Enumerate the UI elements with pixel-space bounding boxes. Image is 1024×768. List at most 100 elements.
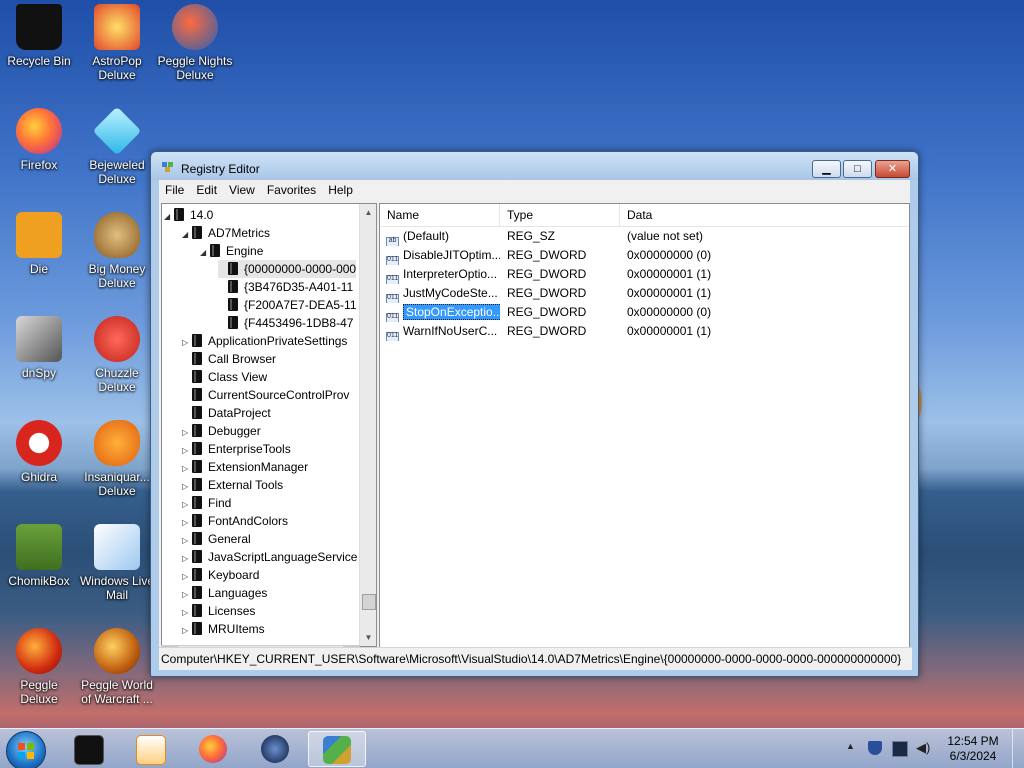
desktop-shortcut[interactable]: Peggle World of Warcraft ...: [78, 628, 156, 706]
tree-node[interactable]: {F4453496-1DB8-47: [218, 314, 353, 332]
desktop-shortcut[interactable]: AstroPop Deluxe: [78, 4, 156, 82]
title-bar[interactable]: Registry Editor ▁ □ ✕: [151, 152, 918, 180]
desktop-shortcut[interactable]: Die: [0, 212, 78, 276]
tree-node-label: DataProject: [208, 406, 271, 420]
minimize-button[interactable]: ▁: [812, 160, 841, 178]
tree-node[interactable]: ▷ EnterpriseTools: [182, 440, 291, 458]
desktop-shortcut[interactable]: Big Money Deluxe: [78, 212, 156, 290]
show-desktop-button[interactable]: [1012, 729, 1024, 768]
expanded-arrow-icon[interactable]: ◢: [164, 208, 174, 226]
registry-key-folder-icon: [192, 532, 202, 545]
tree-node-label: 14.0: [190, 208, 214, 222]
menu-file[interactable]: File: [159, 180, 190, 197]
column-header-type[interactable]: Type: [500, 204, 620, 226]
registry-value-row[interactable]: 011 JustMyCodeSte... REG_DWORD 0x00000001 (…: [380, 284, 909, 303]
network-monitor-icon[interactable]: [892, 741, 908, 757]
column-header-data[interactable]: Data: [620, 204, 909, 226]
tree-vertical-scrollbar[interactable]: ▲ ▼: [359, 204, 376, 646]
tree-node[interactable]: Call Browser: [182, 350, 276, 368]
value-name: InterpreterOptio...: [403, 267, 498, 281]
value-name-cell: 011 JustMyCodeSte...: [386, 284, 500, 303]
tree-node[interactable]: ▷ External Tools: [182, 476, 283, 494]
value-type-cell: REG_DWORD: [507, 248, 587, 262]
taskbar-button[interactable]: [184, 731, 242, 767]
tree-node[interactable]: CurrentSourceControlProv: [182, 386, 349, 404]
tree-node-label: JavaScriptLanguageService: [208, 550, 358, 564]
value-data-cell: 0x00000000 (0): [627, 305, 712, 319]
recycle-bin-icon: [16, 4, 62, 50]
firefox-icon: [16, 108, 62, 154]
tree-node[interactable]: ◢ AD7Metrics: [182, 224, 270, 242]
tree-node[interactable]: ▷ MRUItems: [182, 620, 265, 638]
desktop-shortcut[interactable]: Recycle Bin: [0, 4, 78, 68]
close-button[interactable]: ✕: [875, 160, 910, 178]
taskbar-button[interactable]: [308, 731, 366, 767]
registry-key-folder-icon: [192, 226, 202, 239]
desktop-shortcut[interactable]: Insaniquar... Deluxe: [78, 420, 156, 498]
collapsed-arrow-icon[interactable]: ▷: [182, 622, 192, 640]
speaker-volume-icon[interactable]: ◀): [916, 741, 930, 755]
desktop-shortcut[interactable]: Bejeweled Deluxe: [78, 106, 156, 186]
tree-node[interactable]: ◢ Engine: [200, 242, 263, 260]
desktop-shortcut[interactable]: ChomikBox: [0, 524, 78, 588]
start-button[interactable]: [6, 731, 46, 768]
desktop-shortcut[interactable]: Peggle Deluxe: [0, 628, 78, 706]
tree-node[interactable]: ▷ Languages: [182, 584, 267, 602]
tree-node[interactable]: ▷ ApplicationPrivateSettings: [182, 332, 347, 350]
desktop-shortcut[interactable]: Peggle Nights Deluxe: [156, 4, 234, 82]
clock[interactable]: 12:54 PM 6/3/2024: [945, 734, 1001, 764]
registry-value-row[interactable]: 011 InterpreterOptio... REG_DWORD 0x0000000…: [380, 265, 909, 284]
tree-node[interactable]: ▷ Find: [182, 494, 231, 512]
tree-node[interactable]: ▷ Licenses: [182, 602, 255, 620]
tree-node[interactable]: ▷ Keyboard: [182, 566, 259, 584]
taskbar-button[interactable]: [122, 731, 180, 767]
big-money-icon: [94, 212, 140, 258]
tree-node[interactable]: {F200A7E7-DEA5-11: [218, 296, 357, 314]
value-name: (Default): [403, 229, 450, 243]
tree-node[interactable]: {3B476D35-A401-11: [218, 278, 353, 296]
desktop-shortcut[interactable]: Windows Live Mail: [78, 524, 156, 602]
values-list-pane[interactable]: Name Type Data ab (Default) REG_SZ (value n…: [379, 203, 910, 667]
show-hidden-icons-arrow-icon[interactable]: ▲: [846, 741, 860, 755]
desktop-shortcut[interactable]: Ghidra: [0, 420, 78, 484]
terminal-app-icon: [74, 735, 104, 765]
desktop-shortcut[interactable]: dnSpy: [0, 316, 78, 380]
desktop-shortcut[interactable]: Chuzzle Deluxe: [78, 316, 156, 394]
maximize-button[interactable]: □: [843, 160, 872, 178]
taskbar-button[interactable]: [60, 731, 118, 767]
scroll-down-arrow-icon[interactable]: ▼: [360, 629, 376, 646]
key-tree-pane[interactable]: ◢ 14.0 ◢ AD7Metrics ◢ Engine {00000000-0000-00…: [161, 203, 377, 647]
menu-favorites[interactable]: Favorites: [261, 180, 322, 197]
registry-value-row[interactable]: ab (Default) REG_SZ (value not set): [380, 227, 909, 246]
desktop-shortcut[interactable]: Firefox: [0, 108, 78, 172]
expanded-arrow-icon[interactable]: ◢: [182, 226, 192, 244]
taskbar-button[interactable]: [246, 731, 304, 767]
desktop-shortcut-label: Insaniquar... Deluxe: [84, 470, 150, 498]
registry-key-folder-icon: [192, 586, 202, 599]
scroll-up-arrow-icon[interactable]: ▲: [360, 204, 376, 221]
value-data-cell: (value not set): [627, 229, 704, 243]
tree-vscroll-thumb[interactable]: [362, 594, 376, 610]
tree-node[interactable]: ▷ Debugger: [182, 422, 261, 440]
tree-node[interactable]: ◢ 14.0: [164, 206, 213, 224]
tree-node[interactable]: ▷ General: [182, 530, 251, 548]
tree-node[interactable]: ▷ ExtensionManager: [182, 458, 308, 476]
column-header-name[interactable]: Name: [380, 204, 500, 226]
menu-edit[interactable]: Edit: [190, 180, 223, 197]
menu-view[interactable]: View: [223, 180, 261, 197]
menu-help[interactable]: Help: [322, 180, 359, 197]
desktop-shortcut-label: Die: [29, 262, 48, 276]
tree-node[interactable]: {00000000-0000-000: [218, 260, 357, 278]
desktop-shortcut-label: Big Money Deluxe: [88, 262, 146, 290]
registry-value-row[interactable]: 011 DisableJITOptim... REG_DWORD 0x00000000…: [380, 246, 909, 265]
tree-node[interactable]: ▷ JavaScriptLanguageService: [182, 548, 357, 566]
tree-node[interactable]: DataProject: [182, 404, 271, 422]
security-shield-icon[interactable]: [868, 741, 882, 755]
tree-node-label: External Tools: [208, 478, 284, 492]
tree-node[interactable]: ▷ FontAndColors: [182, 512, 288, 530]
tree-node[interactable]: Class View: [182, 368, 267, 386]
registry-value-row[interactable]: 011 StopOnExceptio... REG_DWORD 0x00000000 …: [380, 303, 909, 322]
expanded-arrow-icon[interactable]: ◢: [200, 244, 210, 262]
registry-value-row[interactable]: 011 WarnIfNoUserC... REG_DWORD 0x00000001 (…: [380, 322, 909, 341]
registry-key-folder-icon: [192, 406, 202, 419]
